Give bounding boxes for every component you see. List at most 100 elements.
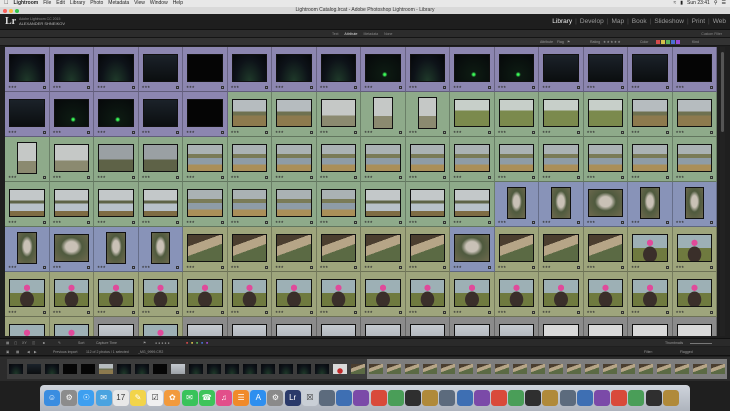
mail-icon[interactable]: ✉ <box>95 390 112 406</box>
rating-stars[interactable]: ★★★ <box>542 220 551 224</box>
dock-app-icon[interactable] <box>353 390 370 406</box>
toolbar-color-green[interactable]: ■ <box>196 341 198 345</box>
photo-thumbnail[interactable] <box>9 324 45 336</box>
color-filter-purple[interactable] <box>676 40 680 44</box>
photo-thumbnail[interactable] <box>676 279 712 307</box>
photo-thumbnail[interactable] <box>276 99 312 127</box>
preferences-icon[interactable]: ⚙ <box>267 390 284 406</box>
rating-stars[interactable]: ★★★ <box>631 85 640 89</box>
safari-icon[interactable]: ☉ <box>78 390 95 406</box>
metadata-badge-icon[interactable] <box>443 266 446 269</box>
rating-stars[interactable]: ★★★ <box>498 130 507 134</box>
photo-thumbnail[interactable] <box>187 324 223 336</box>
rating-stars[interactable]: ★★★ <box>320 265 329 269</box>
dock-app-icon[interactable] <box>645 390 662 406</box>
rating-stars[interactable]: ★★★ <box>8 175 17 179</box>
grid-cell[interactable]: ★★★ <box>227 182 272 227</box>
metadata-badge-icon[interactable] <box>443 86 446 89</box>
filmstrip-photo[interactable] <box>279 364 293 374</box>
photo-thumbnail[interactable] <box>587 279 623 307</box>
filmstrip-photo[interactable] <box>45 364 59 374</box>
rating-stars[interactable]: ★★★ <box>453 310 462 314</box>
reminders-icon[interactable]: ☑ <box>147 390 164 406</box>
rating-stars[interactable]: ★★★ <box>97 130 106 134</box>
dock-app-icon[interactable] <box>439 390 456 406</box>
rating-stars[interactable]: ★★★ <box>53 85 62 89</box>
rating-stars[interactable]: ★★★ <box>676 310 685 314</box>
color-filter-green[interactable] <box>666 40 670 44</box>
filmstrip-thumbnail[interactable] <box>25 359 43 379</box>
rating-stars[interactable]: ★★★ <box>409 85 418 89</box>
rating-stars[interactable]: ★★★ <box>631 175 640 179</box>
filmstrip-photo[interactable] <box>531 364 545 374</box>
people-view-icon[interactable]: ☻ <box>42 341 46 345</box>
rating-stars[interactable]: ★★★ <box>587 265 596 269</box>
photo-thumbnail[interactable] <box>632 324 668 336</box>
grid-cell[interactable]: ★★★ <box>183 317 228 336</box>
dock-app-icon[interactable] <box>542 390 559 406</box>
photo-thumbnail[interactable] <box>231 189 267 217</box>
grid-cell[interactable]: ★★★ <box>138 47 183 92</box>
grid-cell[interactable]: ★★★ <box>361 227 406 272</box>
grid-cell[interactable]: ★★★ <box>628 137 673 182</box>
rating-stars[interactable]: ★★★ <box>498 85 507 89</box>
menu-window[interactable]: Window <box>150 0 168 7</box>
forward-arrow-icon[interactable]: ▶ <box>34 350 37 354</box>
metadata-badge-icon[interactable] <box>87 86 90 89</box>
metadata-badge-icon[interactable] <box>487 311 491 314</box>
grid-cell[interactable]: ★★★ <box>361 317 406 336</box>
metadata-badge-icon[interactable] <box>665 221 669 224</box>
filmstrip-thumbnail[interactable] <box>583 359 601 379</box>
grid-cell[interactable]: ★★★ <box>494 92 539 137</box>
grid-cell[interactable]: ★★★ <box>49 182 94 227</box>
photo-thumbnail[interactable] <box>53 279 89 307</box>
grid-cell[interactable]: ★★★ <box>49 317 94 336</box>
photo-thumbnail[interactable] <box>409 54 445 82</box>
rating-stars[interactable]: ★★★ <box>364 220 373 224</box>
filmstrip-photo[interactable] <box>711 364 725 374</box>
photo-thumbnail[interactable] <box>498 279 534 307</box>
photo-thumbnail[interactable] <box>142 279 178 307</box>
menu-photo[interactable]: Photo <box>90 0 103 7</box>
photo-thumbnail[interactable] <box>498 54 534 82</box>
menu-file[interactable]: File <box>43 0 51 7</box>
metadata-badge-icon[interactable] <box>354 131 357 134</box>
filter-tab-none[interactable]: None <box>384 32 392 36</box>
rating-stars[interactable]: ★★★ <box>275 265 284 269</box>
photo-thumbnail[interactable] <box>454 189 490 217</box>
dock-app-icon[interactable] <box>370 390 387 406</box>
messages-icon[interactable]: ✉ <box>181 390 198 406</box>
grid-cell[interactable]: ★★★ <box>450 317 495 336</box>
photo-thumbnail[interactable] <box>409 189 445 217</box>
metadata-badge-icon[interactable] <box>710 86 713 89</box>
rating-stars[interactable]: ★★★ <box>142 85 151 89</box>
grid-cell[interactable]: ★★★ <box>227 317 272 336</box>
metadata-badge-icon[interactable] <box>487 86 491 89</box>
rating-stars[interactable]: ★★★ <box>97 175 106 179</box>
metadata-badge-icon[interactable] <box>309 221 313 224</box>
filmstrip-photo[interactable] <box>495 364 509 374</box>
metadata-badge-icon[interactable] <box>532 221 535 224</box>
photo-thumbnail[interactable] <box>17 232 37 264</box>
filter-tab-attribute[interactable]: Attribute <box>344 32 357 36</box>
grid-cell[interactable]: ★★★ <box>450 182 495 227</box>
filmstrip-thumbnail[interactable] <box>205 359 223 379</box>
rating-stars[interactable]: ★★★ <box>320 175 329 179</box>
metadata-badge-icon[interactable] <box>87 221 90 224</box>
photo-thumbnail[interactable] <box>498 144 534 172</box>
metadata-badge-icon[interactable] <box>621 221 624 224</box>
photo-thumbnail[interactable] <box>320 144 356 172</box>
rating-stars[interactable]: ★★★ <box>320 85 329 89</box>
grid-cell[interactable]: ★★★ <box>494 137 539 182</box>
rating-stars[interactable]: ★★★ <box>676 220 685 224</box>
filter-tab-metadata[interactable]: Metadata <box>363 32 378 36</box>
rating-stars[interactable]: ★★★ <box>542 310 551 314</box>
filmstrip-thumbnail[interactable] <box>457 359 475 379</box>
rating-stars[interactable]: ★★★ <box>231 85 240 89</box>
filter-tab-text[interactable]: Text <box>332 32 338 36</box>
survey-view-icon[interactable]: ◫ <box>32 341 35 345</box>
dock-app-icon[interactable] <box>662 390 679 406</box>
minimize-window-button[interactable] <box>9 8 13 13</box>
grid-cell[interactable]: ★★★ <box>628 92 673 137</box>
metadata-badge-icon[interactable] <box>354 311 357 314</box>
